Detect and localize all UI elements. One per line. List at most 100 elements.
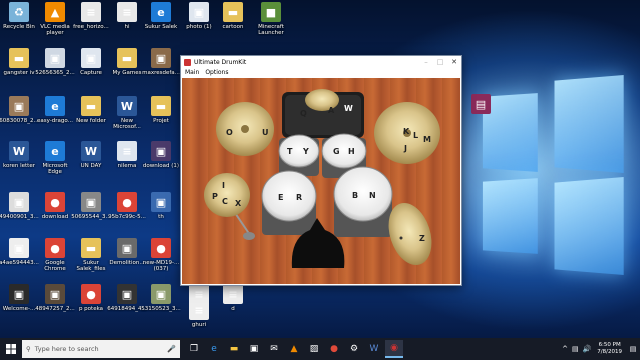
mail-icon[interactable]: ✉	[265, 340, 283, 358]
close-button[interactable]: ✕	[447, 56, 461, 68]
desktop-icon-hi[interactable]: ≡ hi	[108, 2, 146, 44]
network-icon[interactable]: ▤	[572, 345, 579, 353]
desktop-icon-nilema[interactable]: ≡ nilema	[108, 141, 146, 183]
desktop-icon-gangster-iv[interactable]: ▬ gangster iv	[0, 48, 38, 90]
desktop-icon-53150523-3[interactable]: ▣ 53150523_3...	[141, 284, 181, 326]
clock[interactable]: 6:50 PM 7/8/2019	[597, 342, 622, 356]
key-label-q: Q	[300, 109, 307, 118]
desktop-icon-48947257-2[interactable]: ▣ 48947257_2...	[35, 284, 75, 326]
desktop-icon-95b7c99c-5[interactable]: ● 95b7c99c-5...	[108, 192, 146, 234]
file-explorer-icon[interactable]: ▬	[225, 340, 243, 358]
word-icon: W	[9, 141, 29, 161]
tom-left[interactable]: T Y	[278, 134, 320, 176]
desktop-icon-60830078-2[interactable]: ▣ 60830078_2...	[0, 96, 39, 138]
desktop-icon-label: Recycle Bin	[3, 24, 35, 30]
desktop-icon-new-md19-037[interactable]: ● new-MD19-... (037)	[142, 238, 180, 280]
folder-icon: ▬	[81, 238, 101, 258]
desktop-icon-d[interactable]: ≡ d	[214, 284, 252, 326]
key-label-w: W	[344, 104, 353, 113]
vlc-icon[interactable]: ▲	[285, 340, 303, 358]
desktop-icon-maxresdefa[interactable]: ▣ maxresdefa...	[142, 48, 180, 90]
edge-icon: e	[151, 2, 171, 22]
desktop-icon-koren-letter[interactable]: Wkoren letter	[0, 141, 38, 183]
desktop-icon-label: Sukur Salek	[144, 24, 178, 30]
desktop-icon-50695544-3[interactable]: ▣ 50695544_3...	[71, 192, 111, 234]
floor-tom-right[interactable]: B N	[333, 166, 393, 237]
image-icon: ▣	[151, 141, 171, 161]
desktop-icon-p-poteka[interactable]: ● p poteka	[72, 284, 110, 326]
start-button[interactable]	[0, 338, 22, 360]
desktop-icon-download[interactable]: ● download	[36, 192, 74, 234]
menu-main[interactable]: Main	[185, 69, 199, 76]
windows-start-icon	[6, 344, 16, 354]
microphone-icon[interactable]: 🎤	[167, 345, 176, 353]
maximize-button[interactable]: □	[433, 56, 447, 68]
desktop-icon-microsoft-edge[interactable]: e Microsoft Edge	[36, 141, 74, 183]
desktop-icon-label: koren letter	[3, 163, 35, 169]
folder-icon: ▬	[9, 48, 29, 68]
desktop-icon-cartoon[interactable]: ▬ cartoon	[214, 2, 252, 44]
drumkit-window[interactable]: Ultimate DrumKit – □ ✕ Main Options Q A …	[180, 55, 462, 286]
desktop-icon-un-day[interactable]: W UN DAY	[72, 141, 110, 183]
chevron-up-icon[interactable]: ^	[562, 345, 568, 353]
desktop-icon-free-horizo[interactable]: ≡ free_horizo...	[72, 2, 110, 44]
image-icon: ▣	[151, 284, 171, 304]
store-icon[interactable]: ▣	[245, 340, 263, 358]
desktop-icon-new-microsof[interactable]: W New Microsof...	[108, 96, 146, 138]
desktop-icon-th[interactable]: ▣ th	[142, 192, 180, 234]
taskbar-search[interactable]: ⚲ Type here to search 🎤	[22, 340, 180, 358]
crash-cymbal-left[interactable]: O U	[216, 102, 274, 156]
desktop-icon-projet[interactable]: ▬ Projet	[142, 96, 180, 138]
desktop-icon-label: Sukur Salek_files	[76, 260, 106, 272]
edge-icon[interactable]: e	[205, 340, 223, 358]
desktop-icon-sukur-salek[interactable]: e Sukur Salek	[142, 2, 180, 44]
drumkit-icon[interactable]: ◉	[385, 340, 403, 358]
desktop-icon-easy-drago[interactable]: e easy-drago...	[36, 96, 74, 138]
winrar-icon: ▤	[471, 94, 491, 114]
minimize-button[interactable]: –	[419, 56, 433, 68]
key-label-n: N	[369, 191, 376, 200]
desktop-icon-unnamed[interactable]: ▤	[462, 94, 500, 136]
desktop-icon-download-1[interactable]: ▣ download (1)	[142, 141, 180, 183]
desktop-icon-52656365-2[interactable]: ▣ 52656365_2...	[35, 48, 75, 90]
task-view-icon[interactable]: ❐	[185, 340, 203, 358]
desktop-icon-my-games[interactable]: ▬ My Games	[108, 48, 146, 90]
folder-icon: ▬	[223, 2, 243, 22]
photos-icon[interactable]: ▨	[305, 340, 323, 358]
desktop-icon-minecraft-launcher[interactable]: ■ Minecraft Launcher	[252, 2, 290, 44]
desktop-icon-welcome[interactable]: ▣ Welcome-...	[0, 284, 38, 326]
chrome-icon: ●	[151, 238, 171, 258]
menu-options[interactable]: Options	[205, 69, 228, 76]
desktop-icon-label: Microsoft Edge	[42, 163, 68, 175]
key-label-c: C	[222, 197, 228, 206]
volume-icon[interactable]: 🔊	[583, 345, 592, 353]
desktop-icon-64918494-4[interactable]: ▣ 64918494_4...	[107, 284, 147, 326]
desktop-icon-recycle-bin[interactable]: ♻ Recycle Bin	[0, 2, 38, 44]
desktop-icon-photo-1[interactable]: ▣ photo (1)	[180, 2, 218, 44]
desktop-icon-label: cartoon	[222, 24, 244, 30]
desktop-icon-label: d	[231, 306, 235, 312]
desktop-icon-demolition[interactable]: ▣ Demolition...	[108, 238, 146, 280]
document-icon: ≡	[189, 300, 209, 320]
settings-icon[interactable]: ⚙	[345, 340, 363, 358]
desktop-icon-new-folder[interactable]: ▬ New folder	[72, 96, 110, 138]
folder-icon: ▬	[151, 96, 171, 116]
window-title: Ultimate DrumKit	[194, 58, 247, 66]
desktop-icon-google-chrome[interactable]: ● Google Chrome	[36, 238, 74, 280]
desktop-icon-49400901-3[interactable]: ▣ 49400901_3...	[0, 192, 39, 234]
image-icon: ▣	[117, 284, 137, 304]
desktop-icon-capture[interactable]: ▣ Capture	[72, 48, 110, 90]
chrome-icon[interactable]: ●	[325, 340, 343, 358]
word-icon[interactable]: W	[365, 340, 383, 358]
desktop-icon-label: 48947257_2...	[35, 306, 75, 312]
notification-icon[interactable]: ▤	[626, 338, 640, 360]
clock-time: 6:50 PM	[598, 342, 621, 348]
desktop-icon-label: 52656365_2...	[35, 70, 75, 76]
ride-cymbal-right[interactable]: K L M J	[374, 102, 440, 164]
desktop-icon-vlc-media-player[interactable]: ▲ VLC media player	[36, 2, 74, 44]
floor-tom-left[interactable]: E R	[261, 170, 317, 235]
desktop-icon-sukur-salek-files[interactable]: ▬ Sukur Salek_files	[72, 238, 110, 280]
hihat-cymbal-left[interactable]: I P C X	[204, 173, 255, 240]
window-titlebar[interactable]: Ultimate DrumKit – □ ✕	[181, 56, 461, 68]
desktop-icon-a4ae594443[interactable]: ▣ a4ae594443...	[0, 238, 39, 280]
